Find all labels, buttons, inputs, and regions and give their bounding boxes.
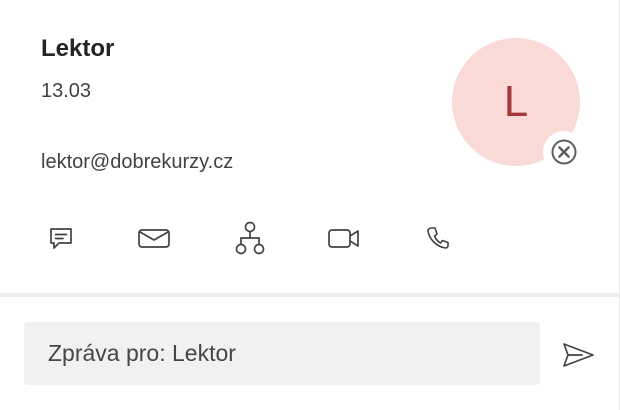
message-input[interactable] — [24, 322, 540, 385]
chat-button[interactable] — [41, 218, 81, 258]
video-call-button[interactable] — [324, 218, 364, 258]
contact-email[interactable]: lektor@dobrekurzy.cz — [41, 151, 233, 174]
send-icon — [563, 343, 594, 367]
org-chart-button[interactable] — [230, 218, 270, 258]
chat-icon — [50, 228, 72, 249]
phone-button[interactable] — [418, 218, 458, 258]
contact-actions — [0, 218, 620, 258]
contact-subtitle: 13.03 — [41, 80, 92, 102]
send-button[interactable] — [558, 335, 598, 375]
mail-icon — [138, 229, 170, 248]
org-chart-icon — [235, 221, 265, 255]
video-call-icon — [328, 229, 359, 248]
contact-name: Lektor — [41, 35, 115, 62]
close-circle-icon — [551, 139, 577, 165]
remove-contact-button[interactable] — [543, 131, 585, 173]
phone-icon — [427, 227, 449, 249]
avatar-initial: L — [503, 77, 529, 126]
mail-button[interactable] — [134, 218, 174, 258]
message-composer — [24, 322, 540, 385]
divider — [0, 293, 620, 297]
contact-card: Lektor 13.03 lektor@dobrekurzy.cz L — [0, 0, 620, 410]
